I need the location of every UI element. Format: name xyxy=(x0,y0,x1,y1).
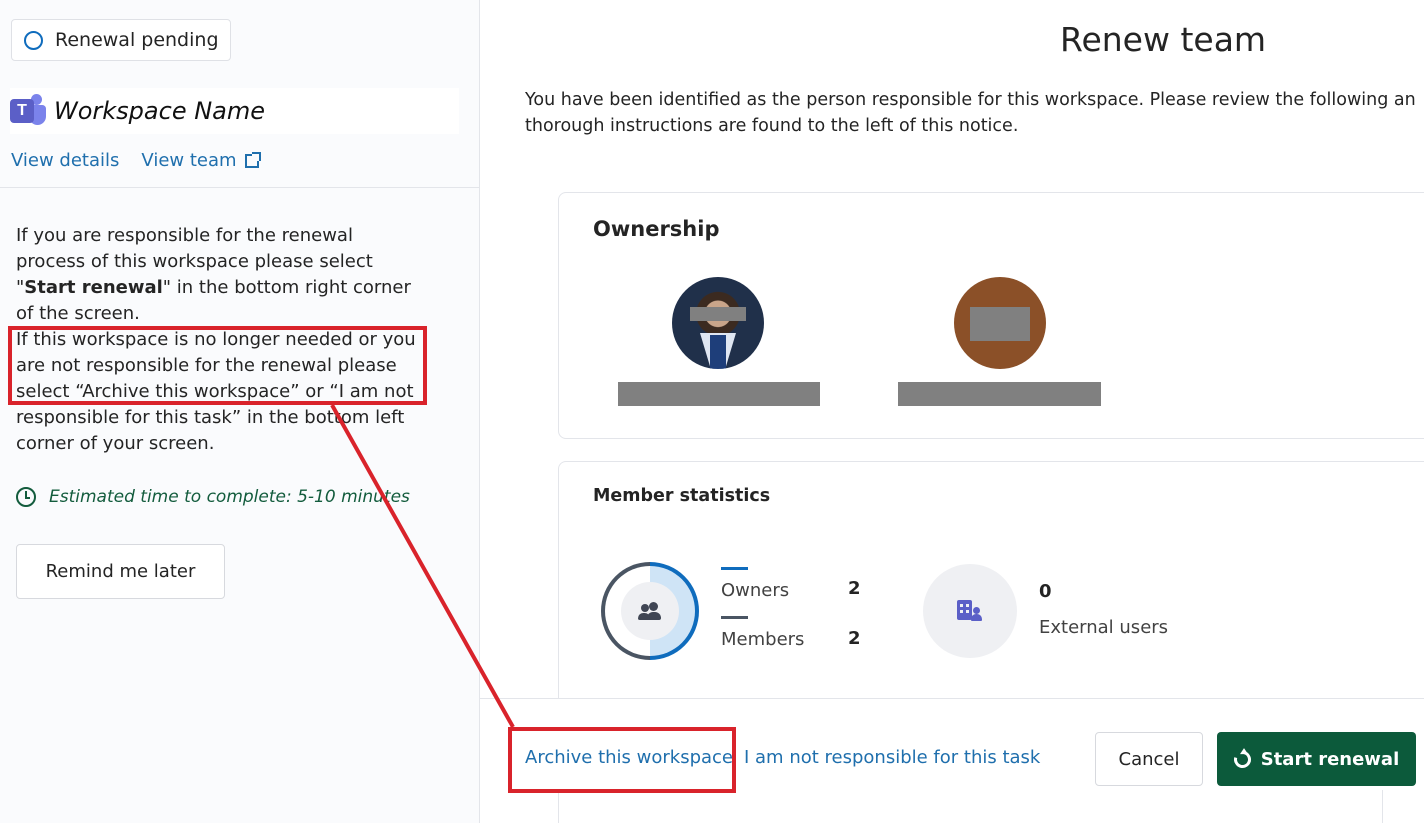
annotation-arrow-line xyxy=(330,404,515,728)
